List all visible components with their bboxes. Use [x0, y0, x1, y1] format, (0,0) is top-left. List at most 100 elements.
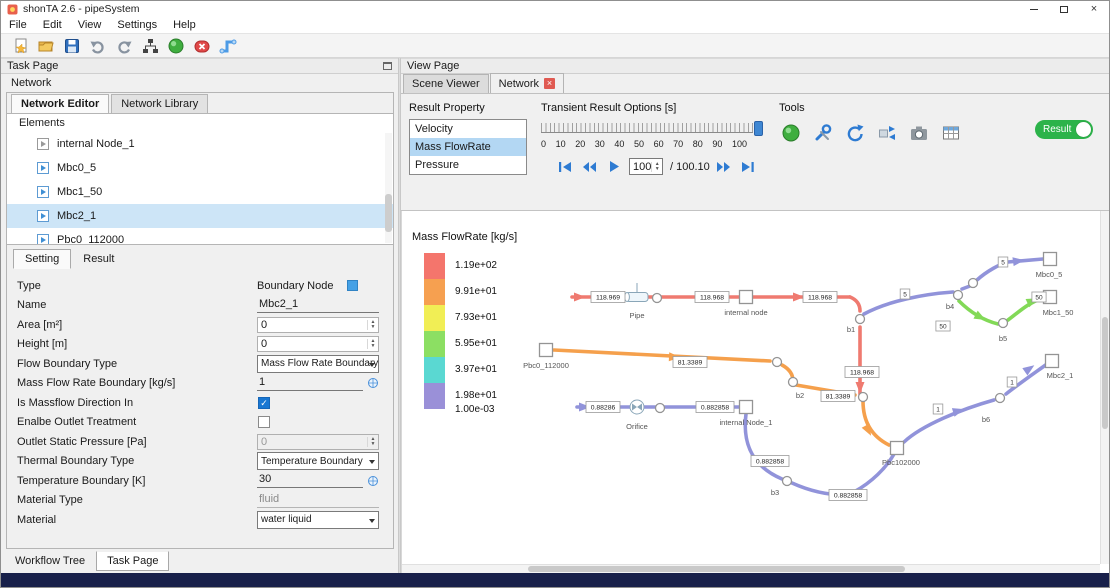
element-item-mbc1-50[interactable]: Mbc1_50	[7, 180, 393, 204]
seek-forward-button[interactable]	[713, 158, 735, 175]
task-page-header[interactable]: Task Page	[1, 58, 398, 74]
table-icon[interactable]	[939, 122, 963, 144]
node-circle[interactable]	[653, 294, 662, 303]
result-option-pressure[interactable]: Pressure	[410, 156, 526, 174]
redo-icon[interactable]	[113, 36, 134, 56]
orifice-component-icon[interactable]	[630, 400, 644, 414]
menu-view[interactable]: View	[70, 18, 110, 32]
node-square-internal-node-1[interactable]	[740, 401, 753, 414]
node-circle-b4[interactable]	[954, 291, 963, 300]
time-slider[interactable]	[541, 121, 763, 136]
network-canvas[interactable]: Mass FlowRate [kg/s] 1.19e+029.91e+017.9…	[402, 211, 1100, 564]
node-circle[interactable]	[969, 279, 978, 288]
node-square-pbc102000[interactable]	[891, 442, 904, 455]
property-field[interactable]: 30	[257, 473, 363, 488]
node-circle[interactable]	[656, 404, 665, 413]
menu-settings[interactable]: Settings	[109, 18, 165, 32]
refresh-icon[interactable]	[843, 122, 867, 144]
node-circle-b3[interactable]	[783, 477, 792, 486]
close-button[interactable]: ×	[1079, 1, 1109, 17]
view-tab-network[interactable]: Network×	[490, 73, 564, 93]
bottom-tab-task-page[interactable]: Task Page	[96, 551, 169, 571]
pipe-edge[interactable]	[554, 350, 770, 361]
scrollbar-thumb[interactable]	[528, 566, 905, 572]
canvas-hscrollbar[interactable]	[402, 564, 1100, 573]
pipe-network-icon[interactable]	[217, 36, 238, 56]
toggle-knob[interactable]	[1076, 122, 1091, 137]
node-square-mbc0-5[interactable]	[1044, 253, 1057, 266]
function-icon[interactable]	[367, 377, 379, 389]
menu-file[interactable]: File	[1, 18, 35, 32]
tab-result[interactable]: Result	[71, 249, 126, 269]
new-icon[interactable]	[9, 36, 30, 56]
menu-edit[interactable]: Edit	[35, 18, 70, 32]
tab-setting[interactable]: Setting	[13, 249, 71, 269]
tab-network-editor[interactable]: Network Editor	[11, 94, 109, 113]
property-spinbox[interactable]: 0▲▼	[257, 317, 379, 333]
run-icon[interactable]	[165, 36, 186, 56]
property-field[interactable]: Mbc2_1	[257, 298, 379, 313]
node-circle-b6[interactable]	[996, 394, 1005, 403]
tab-network-library[interactable]: Network Library	[111, 94, 208, 113]
property-checkbox[interactable]	[258, 416, 270, 428]
spinner-arrows-icon[interactable]: ▲▼	[651, 162, 662, 172]
node-circle-b1[interactable]	[856, 315, 865, 324]
element-item-mbc0-5[interactable]: Mbc0_5	[7, 156, 393, 180]
menu-help[interactable]: Help	[165, 18, 204, 32]
slider-handle[interactable]	[754, 121, 763, 136]
undo-icon[interactable]	[87, 36, 108, 56]
pipe-edge[interactable]	[904, 400, 994, 442]
property-spinbox[interactable]: 0▲▼	[257, 336, 379, 352]
node-circle-b5[interactable]	[999, 319, 1008, 328]
close-tab-icon[interactable]: ×	[544, 78, 555, 89]
result-option-mass-flowrate[interactable]: Mass FlowRate	[410, 138, 526, 156]
spinner-arrows-icon[interactable]: ▲▼	[367, 339, 378, 349]
open-folder-icon[interactable]	[35, 36, 56, 56]
result-toggle[interactable]: Result	[1035, 120, 1093, 139]
time-value[interactable]: 100	[630, 161, 651, 173]
scrollbar-thumb[interactable]	[1102, 317, 1108, 429]
node-circle-b2[interactable]	[789, 378, 798, 387]
spinner-arrows-icon[interactable]: ▲▼	[367, 437, 378, 447]
spinner-arrows-icon[interactable]: ▲▼	[367, 320, 378, 330]
camera-icon[interactable]	[907, 122, 931, 144]
pipe-edge[interactable]	[962, 286, 970, 289]
elements-scrollbar[interactable]	[385, 133, 392, 243]
play-button[interactable]	[604, 158, 626, 175]
node-square-internal-node[interactable]	[740, 291, 753, 304]
seek-back-button[interactable]	[579, 158, 601, 175]
pipe-edge[interactable]	[863, 401, 889, 445]
element-item-pbc0-112000[interactable]: Pbc0_112000	[7, 228, 393, 245]
skip-end-button[interactable]	[738, 158, 760, 175]
view-tab-scene-viewer[interactable]: Scene Viewer	[403, 74, 489, 93]
run-tool-icon[interactable]	[779, 122, 803, 144]
skip-start-button[interactable]	[554, 158, 576, 175]
element-item-mbc2-1[interactable]: Mbc2_1	[7, 204, 393, 228]
bottom-tab-workflow-tree[interactable]: Workflow Tree	[4, 551, 96, 571]
element-item-internal-node-1[interactable]: internal Node_1	[7, 132, 393, 156]
scrollbar-thumb[interactable]	[385, 194, 392, 232]
canvas-vscrollbar[interactable]	[1100, 211, 1109, 564]
property-checkbox[interactable]: ✓	[258, 397, 270, 409]
property-select[interactable]: Temperature Boundary	[257, 452, 379, 470]
stop-icon[interactable]	[191, 36, 212, 56]
settings-tool-icon[interactable]	[811, 122, 835, 144]
node-circle[interactable]	[859, 393, 868, 402]
pipe-edge[interactable]	[977, 259, 1043, 280]
pipe-edge[interactable]	[850, 297, 860, 311]
node-square-mbc2-1[interactable]	[1046, 355, 1059, 368]
save-icon[interactable]	[61, 36, 82, 56]
time-spinbox[interactable]: 100 ▲▼	[629, 158, 663, 175]
result-option-velocity[interactable]: Velocity	[410, 120, 526, 138]
workflow-tree-icon[interactable]	[139, 36, 160, 56]
maximize-button[interactable]	[1049, 1, 1079, 17]
float-icon[interactable]	[383, 62, 392, 70]
transfer-icon[interactable]	[875, 122, 899, 144]
node-circle[interactable]	[773, 358, 782, 367]
property-select[interactable]: water liquid	[257, 511, 379, 529]
property-field[interactable]: 1	[257, 376, 363, 391]
view-page-header[interactable]: View Page	[401, 58, 1109, 74]
property-select[interactable]: Mass Flow Rate Boundary	[257, 355, 379, 373]
minimize-button[interactable]	[1019, 1, 1049, 17]
function-icon[interactable]	[367, 475, 379, 487]
